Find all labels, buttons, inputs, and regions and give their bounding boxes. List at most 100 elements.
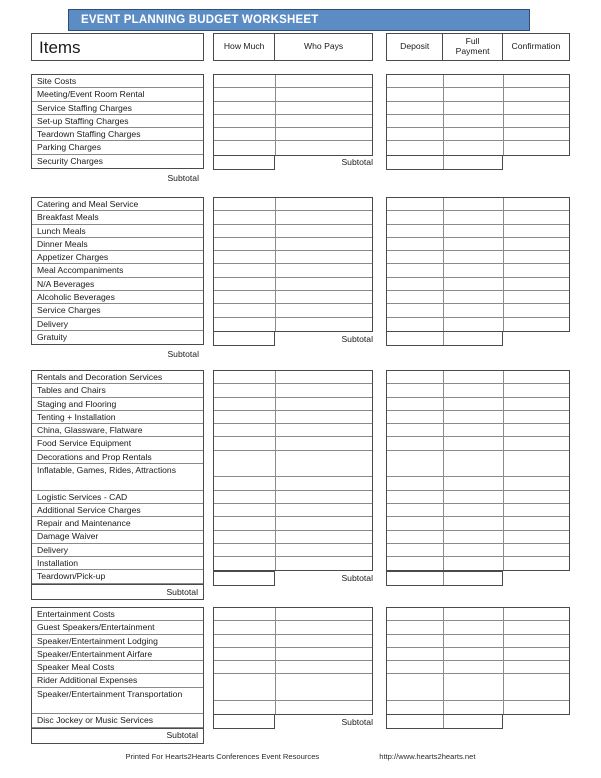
entry-cell-how-much[interactable] [214, 115, 275, 129]
subtotal-cell-deposit[interactable] [387, 715, 444, 729]
entry-cell-confirmation[interactable] [504, 304, 569, 318]
entry-cell-how-much[interactable] [214, 318, 275, 331]
entry-cell-confirmation[interactable] [504, 557, 569, 570]
subtotal-cell-deposit[interactable] [387, 571, 444, 585]
entry-cell-how-much[interactable] [214, 557, 275, 570]
entry-cell-how-much[interactable] [214, 648, 275, 662]
entry-cell-confirmation[interactable] [504, 608, 569, 622]
entry-cell-who-pays[interactable] [275, 608, 372, 622]
entry-cell-deposit[interactable] [387, 88, 443, 102]
subtotal-cell-full-payment[interactable] [444, 332, 502, 345]
entry-cell-who-pays[interactable] [275, 225, 372, 238]
entry-cell-full-payment[interactable] [444, 701, 503, 714]
entry-cell-full-payment[interactable] [444, 451, 503, 478]
entry-cell-deposit[interactable] [387, 75, 443, 89]
entry-cell-deposit[interactable] [387, 544, 443, 558]
entry-cell-deposit[interactable] [387, 701, 443, 714]
entry-cell-full-payment[interactable] [444, 608, 503, 622]
entry-cell-how-much[interactable] [214, 141, 275, 154]
entry-cell-how-much[interactable] [214, 371, 275, 385]
entry-cell-who-pays[interactable] [275, 278, 372, 292]
entry-cell-how-much[interactable] [214, 451, 275, 478]
entry-cell-full-payment[interactable] [444, 115, 503, 129]
entry-cell-confirmation[interactable] [504, 424, 569, 438]
entry-cell-confirmation[interactable] [504, 517, 569, 531]
entry-cell-full-payment[interactable] [444, 128, 503, 142]
entry-cell-how-much[interactable] [214, 491, 275, 504]
entry-cell-who-pays[interactable] [275, 291, 372, 305]
entry-cell-who-pays[interactable] [275, 115, 372, 129]
entry-cell-deposit[interactable] [387, 102, 443, 115]
entry-cell-how-much[interactable] [214, 304, 275, 318]
subtotal-box-payments[interactable] [386, 570, 503, 586]
entry-cell-deposit[interactable] [387, 557, 443, 570]
entry-cell-deposit[interactable] [387, 318, 443, 331]
entry-cell-how-much[interactable] [214, 531, 275, 544]
entry-cell-full-payment[interactable] [444, 477, 503, 491]
entry-cell-how-much[interactable] [214, 517, 275, 531]
entry-cell-confirmation[interactable] [504, 384, 569, 398]
entry-cell-how-much[interactable] [214, 291, 275, 305]
entry-cell-who-pays[interactable] [275, 621, 372, 635]
entry-cell-full-payment[interactable] [444, 621, 503, 635]
entry-cell-who-pays[interactable] [275, 491, 372, 504]
entry-cell-confirmation[interactable] [504, 371, 569, 385]
entry-cell-full-payment[interactable] [444, 318, 503, 331]
entry-cell-who-pays[interactable] [275, 544, 372, 558]
entry-cell-full-payment[interactable] [444, 291, 503, 305]
entry-cell-full-payment[interactable] [444, 411, 503, 425]
entry-cell-deposit[interactable] [387, 198, 443, 212]
entry-cell-how-much[interactable] [214, 251, 275, 265]
entry-cell-deposit[interactable] [387, 251, 443, 265]
entry-cell-full-payment[interactable] [444, 75, 503, 89]
entry-cell-confirmation[interactable] [504, 411, 569, 425]
entry-cell-who-pays[interactable] [275, 674, 372, 702]
entry-cell-how-much[interactable] [214, 437, 275, 451]
entry-cell-confirmation[interactable] [504, 477, 569, 491]
entry-cell-deposit[interactable] [387, 661, 443, 675]
entry-cell-confirmation[interactable] [504, 635, 569, 648]
entry-cell-confirmation[interactable] [504, 75, 569, 89]
entry-cell-how-much[interactable] [214, 225, 275, 238]
entry-cell-confirmation[interactable] [504, 661, 569, 675]
entry-cell-who-pays[interactable] [275, 504, 372, 518]
entry-cell-deposit[interactable] [387, 304, 443, 318]
entry-cell-confirmation[interactable] [504, 398, 569, 411]
entry-cell-confirmation[interactable] [504, 128, 569, 142]
entry-cell-confirmation[interactable] [504, 701, 569, 714]
entry-cell-who-pays[interactable] [275, 398, 372, 411]
entry-cell-full-payment[interactable] [444, 198, 503, 212]
entry-cell-confirmation[interactable] [504, 115, 569, 129]
entry-cell-deposit[interactable] [387, 635, 443, 648]
entry-cell-who-pays[interactable] [275, 437, 372, 451]
entry-cell-full-payment[interactable] [444, 557, 503, 570]
entry-cell-how-much[interactable] [214, 701, 275, 714]
entry-cell-who-pays[interactable] [275, 75, 372, 89]
entry-cell-how-much[interactable] [214, 398, 275, 411]
entry-cell-how-much[interactable] [214, 75, 275, 89]
entry-cell-how-much[interactable] [214, 102, 275, 115]
entry-cell-confirmation[interactable] [504, 504, 569, 518]
entry-cell-confirmation[interactable] [504, 674, 569, 702]
entry-cell-full-payment[interactable] [444, 278, 503, 292]
entry-cell-confirmation[interactable] [504, 251, 569, 265]
entry-cell-who-pays[interactable] [275, 648, 372, 662]
entry-cell-how-much[interactable] [214, 411, 275, 425]
subtotal-cell-deposit[interactable] [387, 155, 444, 169]
entry-cell-full-payment[interactable] [444, 544, 503, 558]
entry-cell-who-pays[interactable] [275, 635, 372, 648]
entry-cell-deposit[interactable] [387, 141, 443, 154]
entry-cell-deposit[interactable] [387, 398, 443, 411]
entry-cell-deposit[interactable] [387, 291, 443, 305]
entry-cell-confirmation[interactable] [504, 102, 569, 115]
subtotal-cell-full-payment[interactable] [444, 572, 502, 585]
entry-cell-deposit[interactable] [387, 411, 443, 425]
subtotal-box-how-much[interactable] [213, 154, 275, 170]
entry-cell-who-pays[interactable] [275, 661, 372, 675]
entry-cell-deposit[interactable] [387, 608, 443, 622]
entry-cell-deposit[interactable] [387, 491, 443, 504]
entry-cell-full-payment[interactable] [444, 251, 503, 265]
entry-cell-full-payment[interactable] [444, 211, 503, 225]
entry-cell-confirmation[interactable] [504, 238, 569, 252]
entry-cell-deposit[interactable] [387, 437, 443, 451]
